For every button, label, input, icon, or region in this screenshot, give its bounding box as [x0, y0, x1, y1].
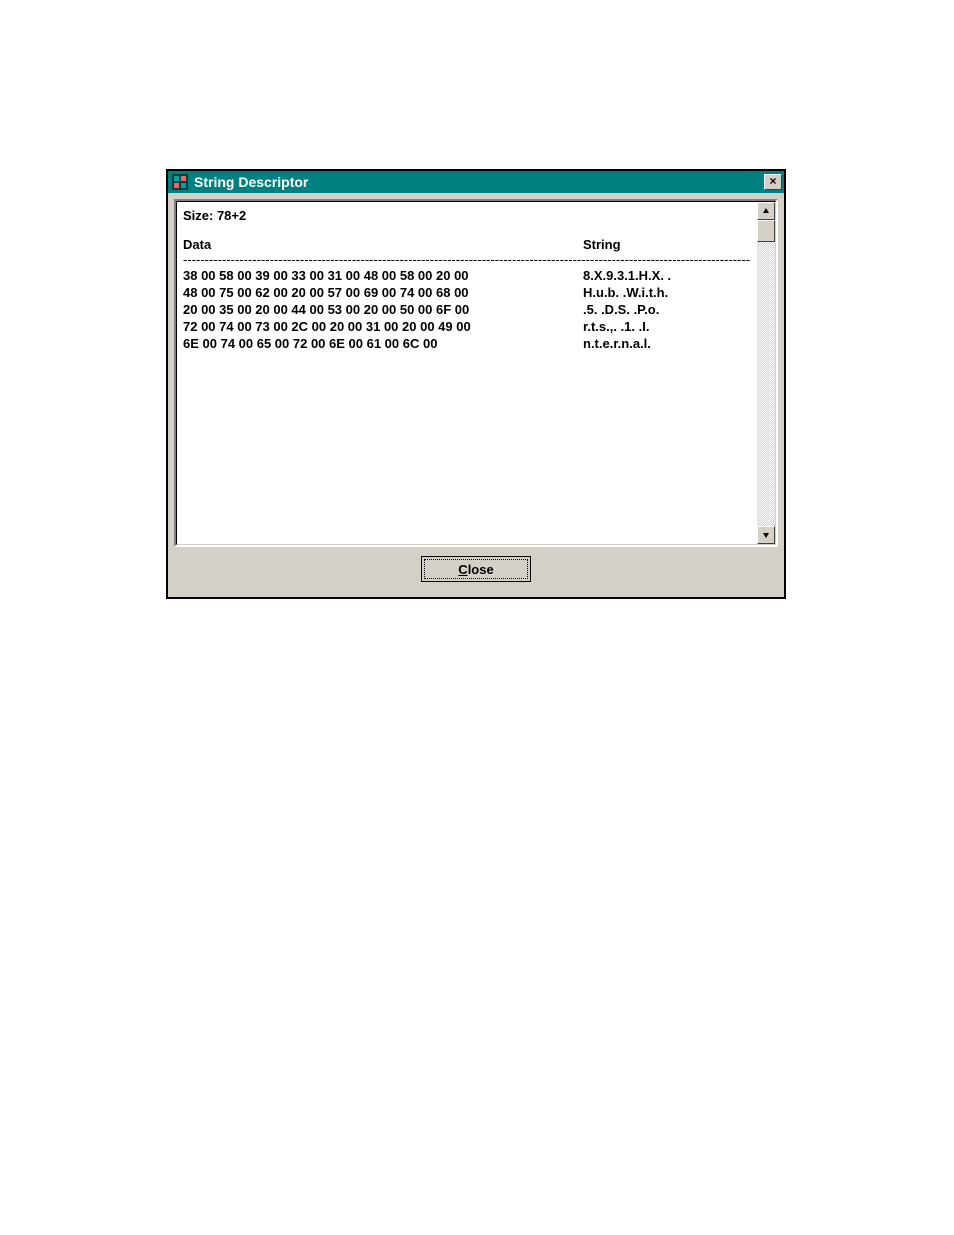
app-icon [172, 174, 188, 190]
data-row: 38 00 58 00 39 00 33 00 31 00 48 00 58 0… [183, 267, 751, 284]
ascii-cell: r.t.s.,. .1. .I. [583, 318, 751, 335]
close-button-label: lose [468, 562, 494, 577]
close-button[interactable]: Close [421, 556, 531, 582]
hex-cell: 38 00 58 00 39 00 33 00 31 00 48 00 58 0… [183, 267, 583, 284]
string-descriptor-dialog: String Descriptor × Size: 78+2 Data Stri… [166, 169, 786, 599]
scroll-up-button[interactable] [757, 202, 775, 220]
size-line: Size: 78+2 [183, 208, 751, 223]
hex-cell: 20 00 35 00 20 00 44 00 53 00 20 00 50 0… [183, 301, 583, 318]
chevron-down-icon [762, 531, 770, 539]
close-icon[interactable]: × [764, 174, 782, 190]
vertical-scrollbar[interactable] [757, 202, 775, 544]
ascii-cell: n.t.e.r.n.a.l. [583, 335, 751, 352]
ascii-cell: 8.X.9.3.1.H.X. . [583, 267, 751, 284]
data-row: 48 00 75 00 62 00 20 00 57 00 69 00 74 0… [183, 284, 751, 301]
hex-cell: 72 00 74 00 73 00 2C 00 20 00 31 00 20 0… [183, 318, 583, 335]
scroll-track[interactable] [757, 220, 775, 526]
data-row: 20 00 35 00 20 00 44 00 53 00 20 00 50 0… [183, 301, 751, 318]
hex-cell: 48 00 75 00 62 00 20 00 57 00 69 00 74 0… [183, 284, 583, 301]
hex-cell: 6E 00 74 00 65 00 72 00 6E 00 61 00 6C 0… [183, 335, 583, 352]
scroll-down-button[interactable] [757, 526, 775, 544]
content-frame: Size: 78+2 Data String -----------------… [174, 199, 778, 547]
descriptor-text: Size: 78+2 Data String -----------------… [177, 202, 757, 544]
ascii-cell: .5. .D.S. .P.o. [583, 301, 751, 318]
close-button-mnemonic: C [458, 562, 467, 577]
data-row: 6E 00 74 00 65 00 72 00 6E 00 61 00 6C 0… [183, 335, 751, 352]
data-header: Data [183, 237, 583, 252]
data-row: 72 00 74 00 73 00 2C 00 20 00 31 00 20 0… [183, 318, 751, 335]
chevron-up-icon [762, 207, 770, 215]
window-title: String Descriptor [194, 174, 764, 190]
client-area: Size: 78+2 Data String -----------------… [168, 193, 784, 597]
divider-line: ----------------------------------------… [183, 252, 751, 267]
titlebar[interactable]: String Descriptor × [168, 171, 784, 193]
button-row: Close [174, 547, 778, 591]
scroll-thumb[interactable] [757, 220, 775, 242]
ascii-cell: H.u.b. .W.i.t.h. [583, 284, 751, 301]
string-header: String [583, 237, 751, 252]
